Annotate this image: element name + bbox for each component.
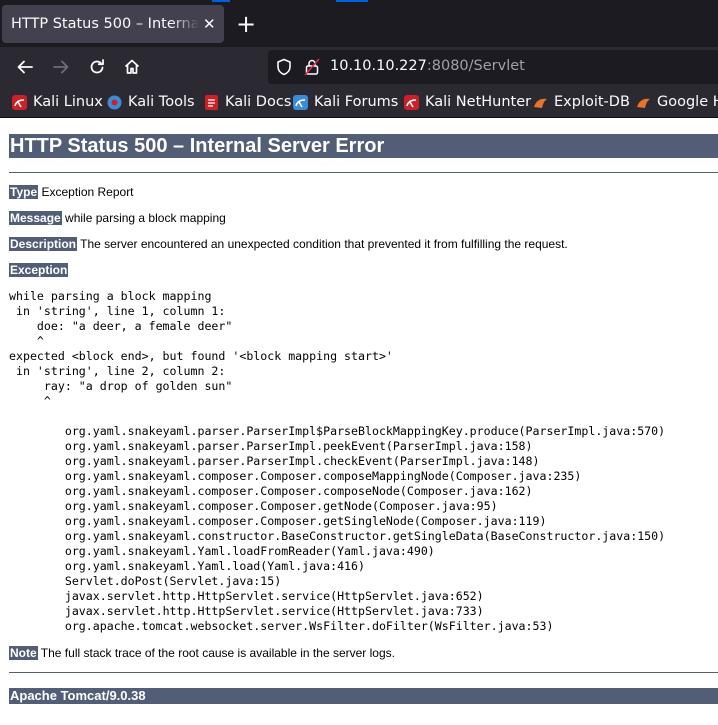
plus-icon[interactable]: + (234, 10, 258, 38)
bookmark-kali-forums[interactable]: Kali Forums (293, 91, 398, 113)
bookmark-label: Exploit-DB (554, 94, 630, 110)
exception-row: Exception (9, 263, 69, 277)
bookmark-label: Kali NetHunter (425, 94, 532, 110)
exception-label: Exception (9, 263, 69, 277)
reload-icon[interactable] (83, 53, 111, 81)
server-footer: Apache Tomcat/9.0.38 (9, 688, 718, 704)
tab-title: HTTP Status 500 – Internal Server Error (11, 16, 199, 32)
url-host: 10.10.10.227 (330, 58, 427, 74)
exploitdb-icon (533, 95, 548, 110)
message-label: Message (9, 211, 62, 225)
note-label: Note (9, 646, 38, 660)
note-row: Note The full stack trace of the root ca… (9, 646, 395, 660)
kali-tools-icon (107, 95, 122, 110)
back-arrow-icon[interactable] (11, 53, 39, 81)
page-content: HTTP Status 500 – Internal Server Error … (0, 118, 718, 725)
home-icon[interactable] (118, 53, 146, 81)
bookmark-label: Kali Tools (128, 94, 195, 110)
type-label: Type (9, 185, 39, 199)
bookmark-kali-nethunter[interactable]: Kali NetHunter (404, 91, 531, 113)
stack-trace: org.yaml.snakeyaml.parser.ParserImpl$Par… (64, 424, 666, 633)
active-tab[interactable]: HTTP Status 500 – Internal Server Error … (2, 5, 224, 43)
kali-forums-icon (293, 94, 308, 110)
type-value: Exception Report (41, 185, 134, 199)
bookmark-kali-docs[interactable]: Kali Docs (204, 91, 291, 113)
ghdb-icon (636, 95, 651, 110)
navigation-toolbar: 10.10.10.227:8080/Servlet (0, 47, 718, 87)
page-title: HTTP Status 500 – Internal Server Error (9, 134, 718, 158)
kali-icon (12, 94, 27, 110)
kali-nethunter-icon (404, 94, 419, 110)
tab-strip-accent (336, 0, 368, 2)
description-row: Description The server encountered an un… (9, 237, 568, 251)
bookmark-label: Kali Docs (225, 94, 292, 110)
lock-icon[interactable] (304, 58, 320, 80)
description-value: The server encountered an unexpected con… (80, 237, 568, 251)
bookmark-kali-linux[interactable]: Kali Linux (12, 91, 103, 113)
tab-strip: HTTP Status 500 – Internal Server Error … (0, 0, 718, 47)
bookmarks-toolbar: Kali Linux Kali Tools Kali Docs Kali For… (0, 87, 718, 117)
message-row: Message while parsing a block mapping (9, 211, 226, 225)
bookmark-label: Google Hacking DB (657, 94, 718, 110)
divider (9, 672, 718, 673)
bookmark-google-hacking-db[interactable]: Google Hacking DB (636, 91, 718, 113)
bookmark-label: Kali Linux (33, 94, 103, 110)
bookmark-label: Kali Forums (314, 94, 399, 110)
bookmark-exploit-db[interactable]: Exploit-DB (533, 91, 630, 113)
url-text[interactable]: 10.10.10.227:8080/Servlet (330, 58, 525, 74)
kali-docs-icon (204, 94, 219, 110)
shield-icon[interactable] (276, 58, 292, 80)
note-value: The full stack trace of the root cause i… (40, 646, 395, 660)
divider (9, 172, 718, 173)
message-value: while parsing a block mapping (65, 211, 226, 225)
url-bar[interactable]: 10.10.10.227:8080/Servlet (268, 50, 718, 84)
description-label: Description (9, 237, 78, 251)
forward-arrow-icon[interactable] (47, 53, 75, 81)
exception-message: while parsing a block mapping in 'string… (9, 289, 393, 408)
url-path: :8080/Servlet (426, 58, 525, 74)
close-icon[interactable]: ✕ (203, 15, 216, 33)
type-row: Type Exception Report (9, 185, 134, 199)
bookmark-kali-tools[interactable]: Kali Tools (107, 91, 195, 113)
tab-strip-accent (212, 0, 230, 2)
